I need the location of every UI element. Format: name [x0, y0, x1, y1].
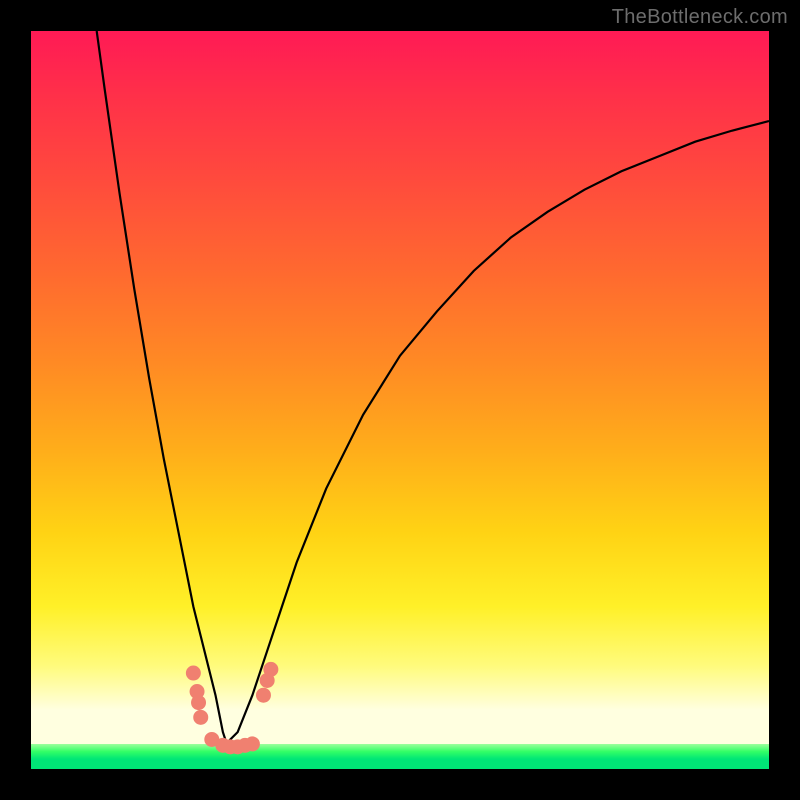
left-branch-curve: [97, 31, 253, 747]
right-branch-curve: [223, 121, 769, 747]
data-point: [194, 710, 208, 724]
curve-layer: [31, 31, 769, 769]
watermark: TheBottleneck.com: [612, 6, 788, 29]
chart-frame: TheBottleneck.com: [0, 0, 800, 800]
data-point: [264, 662, 278, 676]
curves-group: [97, 31, 769, 747]
data-point: [186, 666, 200, 680]
data-point: [190, 685, 204, 699]
scatter-group: [186, 662, 277, 753]
data-point: [256, 688, 270, 702]
plot-area: [31, 31, 769, 769]
data-point: [192, 696, 206, 710]
green-band: [31, 744, 769, 769]
data-point: [260, 673, 274, 687]
